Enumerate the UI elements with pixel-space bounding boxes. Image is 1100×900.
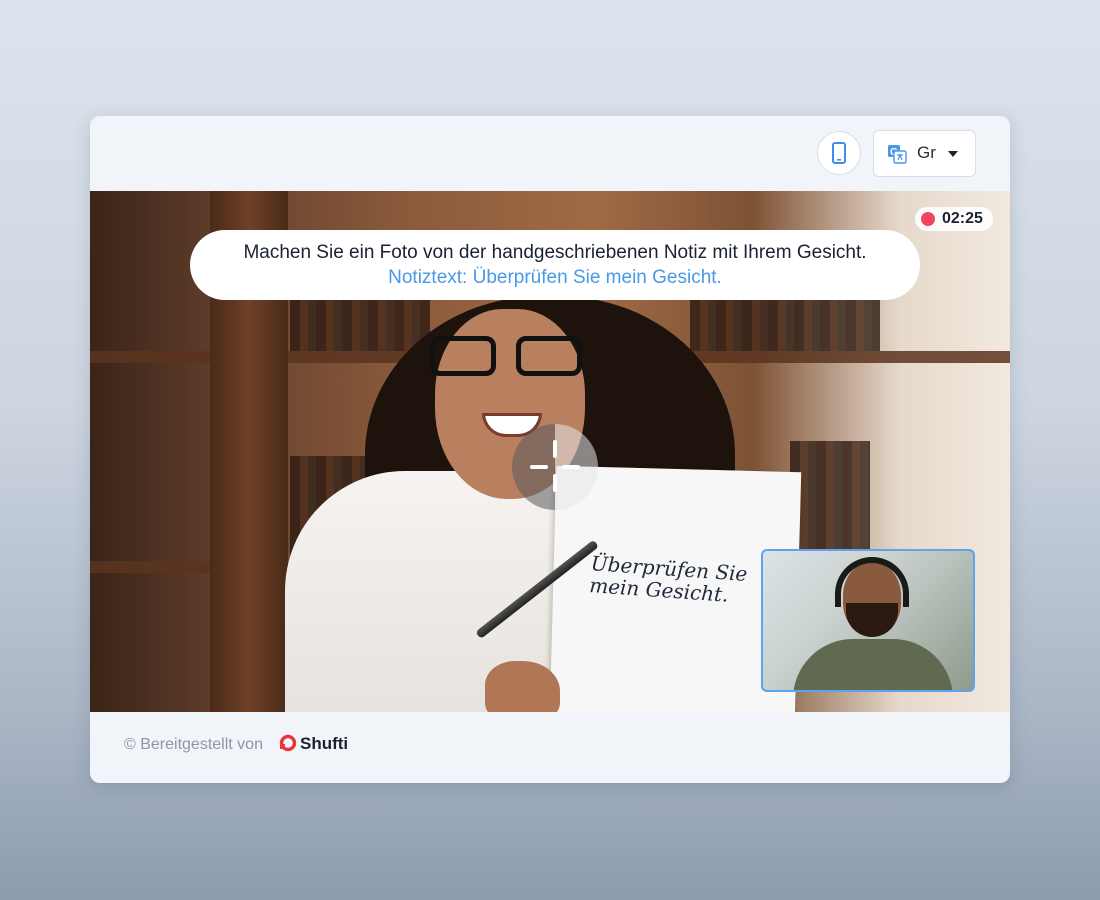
agent-beard — [846, 603, 898, 637]
books — [790, 441, 870, 551]
instruction-banner: Machen Sie ein Foto von der handgeschrie… — [190, 230, 920, 300]
headset-icon — [835, 557, 909, 607]
language-label: Gr — [917, 143, 936, 162]
note-text-hint: Notiztext: Überprüfen Sie mein Gesicht. — [388, 267, 722, 288]
timer-value: 02:25 — [942, 210, 983, 227]
powered-by-text: © Bereitgestellt von — [124, 736, 263, 753]
brand-name: Shufti — [300, 734, 349, 753]
chevron-down-icon — [948, 151, 958, 157]
agent-body — [793, 639, 953, 690]
top-bar: G Gr — [90, 116, 1010, 191]
books — [290, 299, 430, 351]
glasses — [430, 336, 590, 378]
recording-timer: 02:25 — [915, 207, 993, 231]
record-dot-icon — [921, 212, 935, 226]
camera-preview: Überprüfen Sie mein Gesicht. Machen Sie … — [90, 191, 1010, 712]
smartphone-icon — [832, 142, 846, 164]
shelf — [90, 561, 220, 573]
instruction-text: Machen Sie ein Foto von der handgeschrie… — [243, 242, 867, 263]
language-selector[interactable]: G Gr — [873, 130, 976, 177]
footer: © Bereitgestellt von Shufti — [90, 712, 1010, 783]
crosshair-icon — [512, 424, 598, 510]
switch-device-button[interactable] — [817, 131, 861, 175]
verification-card: G Gr Überprüfen Sie mein Gesicht. — [90, 116, 1010, 783]
translate-icon: G — [888, 145, 907, 164]
agent-video-thumbnail[interactable] — [761, 549, 975, 692]
shufti-logo-icon — [279, 734, 297, 752]
hand — [485, 661, 560, 712]
